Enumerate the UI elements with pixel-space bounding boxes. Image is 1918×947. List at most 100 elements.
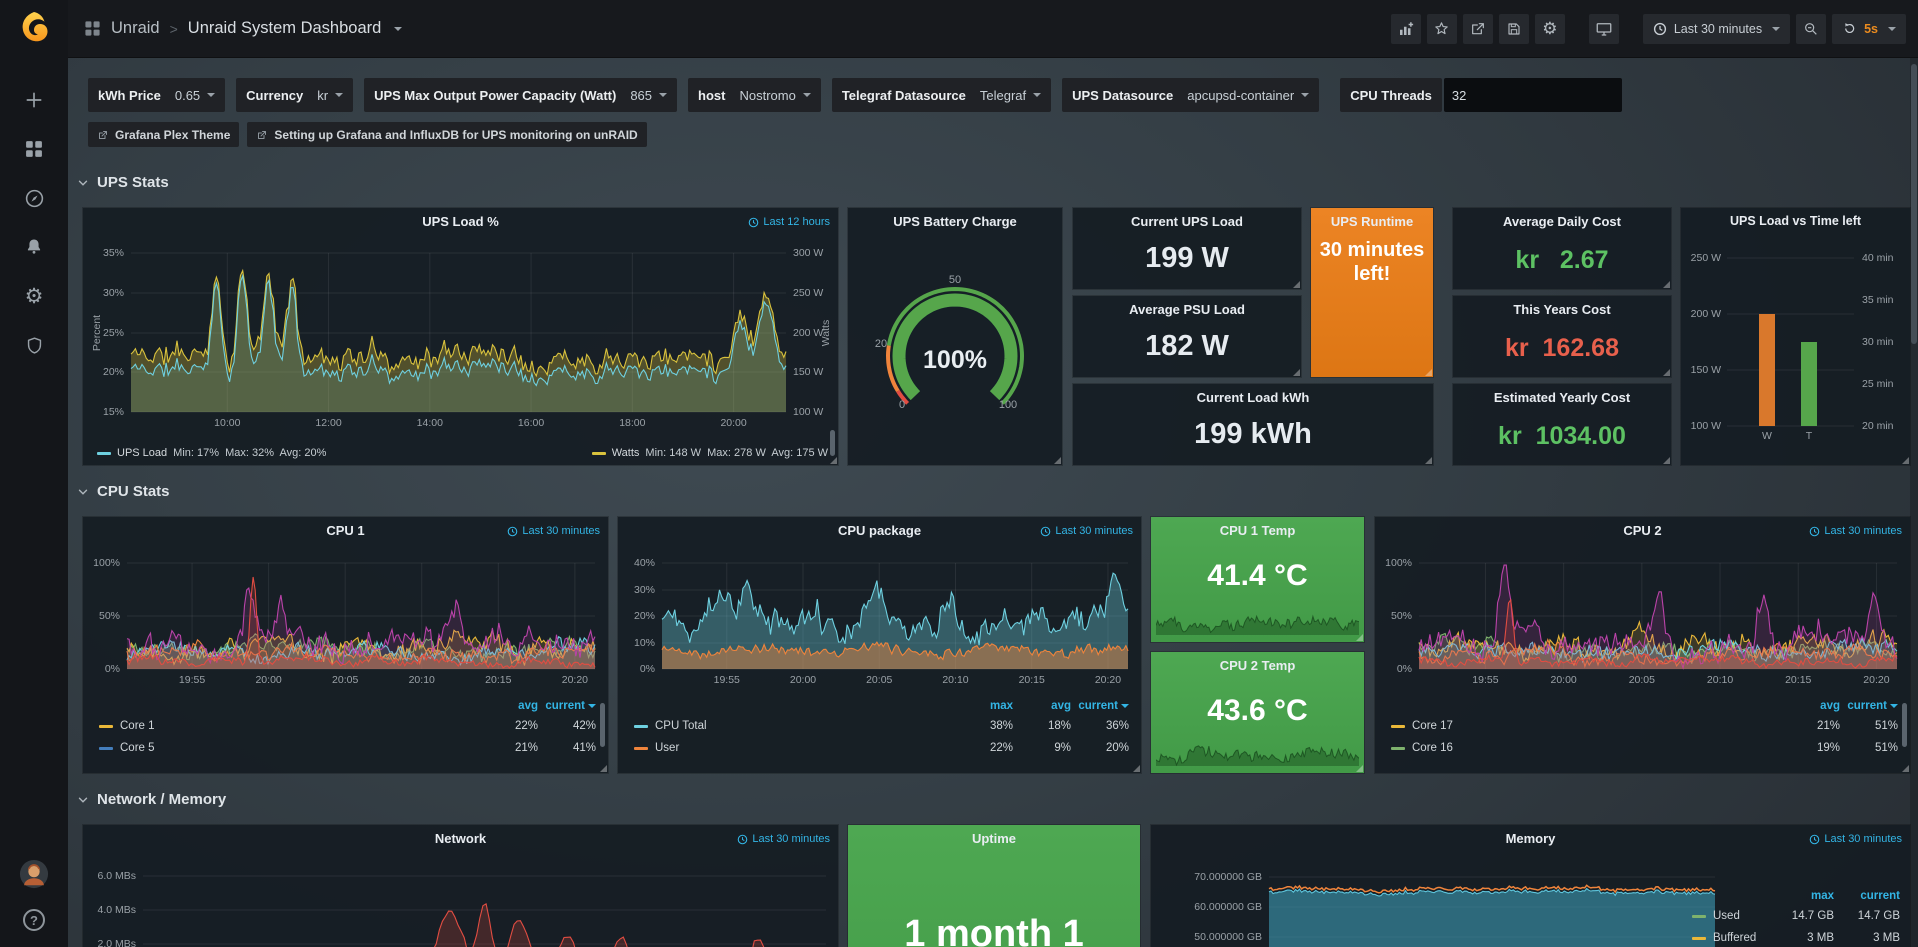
- clock-icon: [1653, 22, 1667, 36]
- breadcrumb-separator: >: [170, 21, 178, 37]
- section-cpu-stats[interactable]: CPU Stats: [76, 483, 170, 500]
- legend-column-header[interactable]: avg: [1013, 700, 1071, 712]
- share-button[interactable]: [1463, 14, 1493, 44]
- panel-timerange[interactable]: Last 30 minutes: [737, 833, 830, 845]
- legend-scrollbar[interactable]: [1902, 703, 1907, 747]
- axis-tick-label: 19:55: [1472, 674, 1498, 686]
- panel-title[interactable]: Average PSU Load: [1073, 302, 1301, 317]
- scrollbar-thumb[interactable]: [1911, 64, 1917, 344]
- legend-series-name[interactable]: Core 16: [1391, 742, 1782, 754]
- monitor-icon: [1595, 20, 1613, 38]
- sidebar-item-explore[interactable]: [24, 187, 45, 209]
- panel-timerange[interactable]: Last 30 minutes: [1809, 525, 1902, 537]
- axis-tick-label: 20:05: [332, 674, 358, 686]
- page-scrollbar[interactable]: [1910, 58, 1918, 947]
- panel-title[interactable]: Estimated Yearly Cost: [1453, 390, 1671, 405]
- legend-series-name[interactable]: Core 1: [99, 720, 480, 732]
- legend-series-name[interactable]: User: [634, 742, 955, 754]
- legend-series-name[interactable]: Core 17: [1391, 720, 1782, 732]
- legend-column-header[interactable]: avg: [480, 700, 538, 712]
- link-grafana-plex-theme[interactable]: Grafana Plex Theme: [88, 122, 239, 147]
- sidebar-item-server-admin[interactable]: [25, 334, 44, 356]
- panel-title[interactable]: Current Load kWh: [1073, 390, 1433, 405]
- legend-series-name[interactable]: CPU Total: [634, 720, 955, 732]
- legend-scrollbar[interactable]: [600, 703, 605, 747]
- dashboards-grid-icon[interactable]: [84, 20, 101, 37]
- legend-series-name[interactable]: Watts: [612, 447, 640, 459]
- panel-title[interactable]: UPS Battery Charge: [848, 214, 1062, 229]
- panel-title[interactable]: CPU 2 Temp: [1151, 658, 1364, 673]
- legend-column-header[interactable]: max: [955, 700, 1013, 712]
- sort-caret-icon: [1121, 704, 1129, 708]
- axis-tick-label: 40%: [634, 557, 655, 569]
- sidebar-item-create[interactable]: [24, 89, 44, 111]
- legend-column-header[interactable]: current: [538, 700, 596, 712]
- breadcrumb-folder[interactable]: Unraid: [111, 19, 160, 38]
- save-dashboard-button[interactable]: [1499, 14, 1529, 44]
- panel-title[interactable]: UPS Load vs Time left: [1681, 214, 1910, 228]
- dashboard-title[interactable]: Unraid System Dashboard: [188, 19, 382, 38]
- panel-title[interactable]: UPS Load %: [83, 214, 838, 229]
- time-range-picker[interactable]: Last 30 minutes: [1643, 14, 1790, 44]
- panel-title[interactable]: Network: [83, 831, 838, 846]
- panel-cpu-package: CPU package Last 30 minutes 19:5520:0020…: [618, 517, 1141, 773]
- panel-ups-load-vs-time-left: UPS Load vs Time left WT250 W200 W150 W1…: [1681, 208, 1910, 465]
- legend-series-name[interactable]: Core 5: [99, 742, 480, 754]
- sidebar-item-dashboards[interactable]: [24, 138, 44, 160]
- axis-tick-label: 0%: [1397, 663, 1412, 675]
- refresh-picker[interactable]: 5s: [1832, 14, 1906, 44]
- chevron-down-icon: [76, 793, 90, 807]
- cpu-threads-input[interactable]: [1444, 78, 1622, 112]
- help-button[interactable]: [23, 909, 45, 931]
- variable-value-dropdown[interactable]: 865: [624, 88, 673, 103]
- axis-tick-label: 50%: [1391, 610, 1412, 622]
- panel-title[interactable]: Average Daily Cost: [1453, 214, 1671, 229]
- section-network-memory[interactable]: Network / Memory: [76, 791, 226, 808]
- panel-title[interactable]: Memory: [1151, 831, 1910, 846]
- legend-column-header[interactable]: max: [1768, 890, 1834, 902]
- grafana-logo[interactable]: [16, 9, 52, 45]
- section-ups-stats[interactable]: UPS Stats: [76, 174, 169, 191]
- sidebar-item-configuration[interactable]: ⚙: [25, 285, 44, 307]
- panel-title[interactable]: Uptime: [848, 831, 1140, 846]
- variable-value-dropdown[interactable]: 0.65: [169, 88, 221, 103]
- panel-memory: Memory Last 30 minutes 70.000000 GB60.00…: [1151, 825, 1910, 947]
- legend-series-name[interactable]: Used: [1692, 910, 1768, 922]
- variable-telegraf-datasource: Telegraf Datasource Telegraf: [832, 78, 1051, 112]
- variable-value-dropdown[interactable]: Telegraf: [974, 88, 1047, 103]
- legend-series-name[interactable]: UPS Load: [117, 447, 167, 459]
- legend-value: 21%: [1782, 720, 1840, 732]
- sidebar-item-alerting[interactable]: [24, 236, 44, 258]
- add-panel-button[interactable]: [1391, 14, 1421, 44]
- link-ups-monitoring-guide[interactable]: Setting up Grafana and InfluxDB for UPS …: [247, 122, 646, 147]
- dashboard-settings-button[interactable]: ⚙: [1535, 14, 1565, 44]
- user-avatar[interactable]: [19, 859, 49, 889]
- axis-tick-label: 30%: [103, 287, 124, 299]
- cycle-view-mode-button[interactable]: [1589, 14, 1619, 44]
- variable-value-dropdown[interactable]: Nostromo: [733, 88, 816, 103]
- dashboard-links: Grafana Plex Theme Setting up Grafana an…: [88, 122, 647, 147]
- panel-timerange[interactable]: Last 12 hours: [748, 216, 830, 228]
- legend-column-header[interactable]: current: [1840, 700, 1898, 712]
- panel-title[interactable]: Current UPS Load: [1073, 214, 1301, 229]
- legend-column-header[interactable]: current: [1071, 700, 1129, 712]
- panel-title[interactable]: UPS Runtime: [1311, 214, 1433, 229]
- zoom-out-icon: [1803, 21, 1819, 37]
- share-icon: [1470, 21, 1486, 37]
- legend-column-header[interactable]: current: [1834, 890, 1900, 902]
- panel-average-daily-cost: Average Daily Cost kr 2.67: [1453, 208, 1671, 289]
- panel-timerange[interactable]: Last 30 minutes: [1809, 833, 1902, 845]
- variable-value-dropdown[interactable]: kr: [311, 88, 349, 103]
- legend-series-name[interactable]: Buffered: [1692, 932, 1768, 944]
- panel-title[interactable]: This Years Cost: [1453, 302, 1671, 317]
- dashboard-title-caret-icon[interactable]: [394, 27, 402, 31]
- favorite-button[interactable]: [1427, 14, 1457, 44]
- zoom-out-button[interactable]: [1796, 14, 1826, 44]
- panel-timerange[interactable]: Last 30 minutes: [507, 525, 600, 537]
- panel-title[interactable]: CPU 1 Temp: [1151, 523, 1364, 538]
- panel-timerange[interactable]: Last 30 minutes: [1040, 525, 1133, 537]
- legend-column-header[interactable]: avg: [1782, 700, 1840, 712]
- axis-tick-label: 20:10: [409, 674, 435, 686]
- variable-value-dropdown[interactable]: apcupsd-container: [1181, 88, 1315, 103]
- panel-scrollbar[interactable]: [830, 430, 835, 456]
